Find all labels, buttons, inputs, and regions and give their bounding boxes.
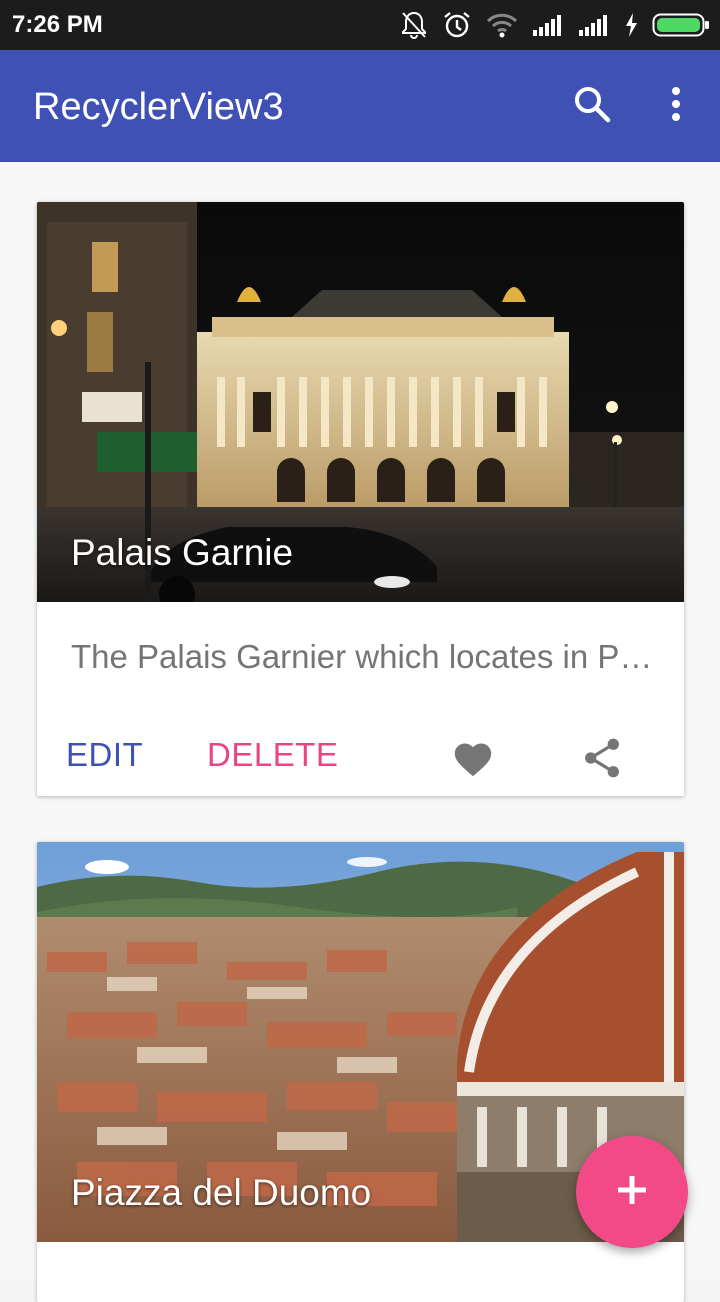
overflow-menu-button[interactable] xyxy=(650,80,702,132)
edit-button[interactable]: EDIT xyxy=(66,736,143,774)
favorite-button[interactable] xyxy=(443,730,503,790)
card-piazza-del-duomo[interactable]: Piazza del Duomo xyxy=(37,842,684,1302)
recycler-list[interactable]: Palais Garnie The Palais Garnier which l… xyxy=(0,162,720,1302)
more-vert-icon xyxy=(670,86,682,127)
battery-icon xyxy=(652,12,710,38)
wifi-icon xyxy=(486,12,518,38)
charging-icon xyxy=(624,12,638,38)
card-title: Piazza del Duomo xyxy=(71,1172,372,1213)
card-title: Palais Garnie xyxy=(71,532,294,573)
status-time: 7:26 PM xyxy=(12,11,103,38)
card-palais-garnier[interactable]: Palais Garnie The Palais Garnier which l… xyxy=(37,202,684,796)
card-description: The Palais Garnier which locates in Pari… xyxy=(71,638,661,675)
delete-button[interactable]: DELETE xyxy=(207,736,338,774)
card-actions: EDIT DELETE xyxy=(37,718,684,792)
favorite-icon xyxy=(451,738,495,783)
search-button[interactable] xyxy=(566,80,618,132)
search-icon xyxy=(572,84,612,129)
app-title: RecyclerView3 xyxy=(33,86,284,128)
notifications-off-icon xyxy=(400,10,428,40)
share-button[interactable] xyxy=(572,730,632,790)
card-image: Palais Garnie xyxy=(37,202,684,602)
status-icons xyxy=(400,8,710,42)
alarm-icon xyxy=(442,10,472,40)
signal-icon xyxy=(578,13,610,37)
add-icon xyxy=(615,1173,649,1212)
app-bar: RecyclerView3 xyxy=(0,50,720,162)
status-bar: 7:26 PM xyxy=(0,0,720,50)
share-icon xyxy=(582,737,622,784)
signal-icon xyxy=(532,13,564,37)
add-fab[interactable] xyxy=(576,1136,688,1248)
